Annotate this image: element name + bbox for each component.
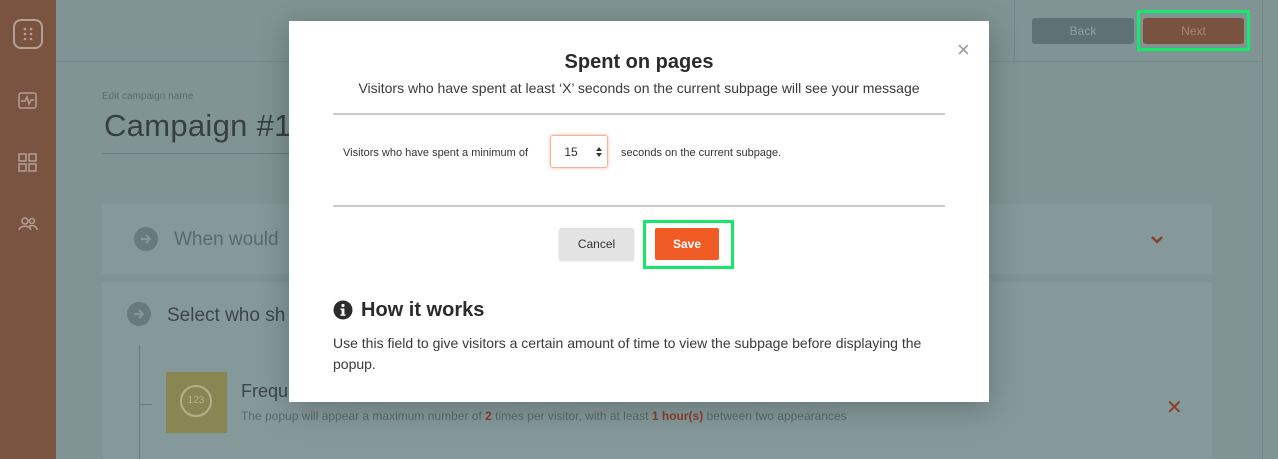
sidebar <box>0 0 56 459</box>
campaign-name-underline <box>102 153 302 154</box>
activity-icon[interactable] <box>17 90 39 112</box>
users-icon[interactable] <box>17 213 39 235</box>
chevron-down-icon[interactable] <box>1150 232 1164 250</box>
campaign-name-label: Edit campaign name <box>102 91 194 102</box>
info-icon <box>333 300 353 320</box>
frequency-tile: 123 <box>166 372 227 433</box>
how-it-works-description: Use this field to give visitors a certai… <box>333 335 922 372</box>
stepper-arrows-icon[interactable] <box>595 146 603 158</box>
modal-subtitle: Visitors who have spent at least ‘X’ sec… <box>358 80 920 96</box>
top-bar-divider <box>1014 0 1015 62</box>
seconds-input[interactable] <box>551 136 591 167</box>
seconds-suffix-label: seconds on the current subpage. <box>621 147 782 159</box>
save-button-highlight <box>643 220 734 269</box>
modal-title: Spent on pages <box>564 51 714 73</box>
next-button-highlight <box>1137 10 1250 51</box>
arrow-right-icon <box>134 227 158 251</box>
modal-divider <box>333 205 945 207</box>
page-scrollbar[interactable] <box>1262 0 1278 459</box>
frequency-counter-icon: 123 <box>180 385 212 417</box>
how-it-works-title: How it works <box>361 299 485 321</box>
spent-on-pages-modal: × Spent on pages Visitors who have spent… <box>289 21 989 402</box>
tree-line <box>139 345 140 459</box>
back-button[interactable]: Back <box>1032 18 1134 44</box>
arrow-right-icon <box>127 302 151 326</box>
frequency-description: The popup will appear a maximum number o… <box>241 409 847 423</box>
modal-divider <box>333 113 945 115</box>
grid-icon[interactable] <box>17 152 39 174</box>
minimum-time-label: Visitors who have spent a minimum of <box>343 147 529 159</box>
select-section-title: Select who sh <box>167 305 286 326</box>
app-logo-icon[interactable] <box>13 19 43 49</box>
cancel-button[interactable]: Cancel <box>559 228 634 260</box>
tree-branch <box>140 404 152 405</box>
seconds-stepper[interactable] <box>550 135 608 168</box>
remove-rule-icon[interactable]: ✕ <box>1166 395 1183 420</box>
when-section-title: When would <box>174 229 279 250</box>
campaign-name-input[interactable]: Campaign #1 <box>104 108 292 144</box>
